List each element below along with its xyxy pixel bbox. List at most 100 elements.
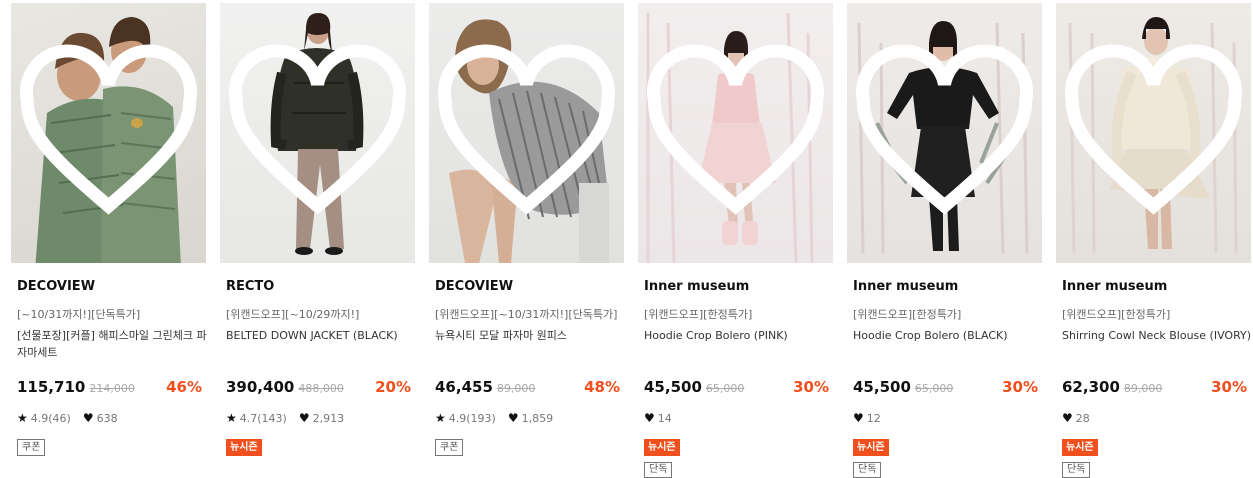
star-icon: ★ — [435, 411, 446, 425]
brand-name[interactable]: Inner museum — [644, 279, 749, 294]
discount-rate: 30% — [1002, 378, 1038, 396]
like-count: 1,859 — [521, 411, 554, 425]
sale-price: 62,300 89,000 — [1062, 378, 1162, 396]
product-name[interactable]: Shirring Cowl Neck Blouse (IVORY) — [1062, 327, 1252, 344]
original-price: 89,000 — [496, 382, 536, 395]
like-count: 14 — [657, 411, 672, 425]
new-season-badge: 뉴시즌 — [644, 439, 680, 456]
exclusive-badge: 단독 — [1062, 462, 1091, 478]
badge-list: 쿠폰 — [435, 435, 464, 456]
sale-price: 390,400 488,000 — [226, 378, 344, 396]
sale-price-value: 45,500 — [644, 378, 702, 396]
original-price: 89,000 — [1123, 382, 1163, 395]
exclusive-badge: 단독 — [644, 462, 673, 478]
original-price: 488,000 — [298, 382, 344, 395]
product-meta: ♥ 28 — [1062, 411, 1090, 425]
heart-outline-icon[interactable] — [847, 3, 1042, 263]
discount-rate: 30% — [1211, 378, 1247, 396]
sale-price-value: 45,500 — [853, 378, 911, 396]
promo-tag: [~10/31까지!][단독특가] — [17, 308, 141, 321]
badge-list: 뉴시즌 단독 — [1062, 435, 1098, 478]
rating: 4.7(143) — [239, 411, 287, 425]
promo-tag: [위캔드오프][한정특가] — [644, 308, 753, 321]
product-card[interactable]: Inner museum [위캔드오프][한정특가] Hoodie Crop B… — [638, 3, 834, 478]
promo-tag: [위캔드오프][~10/29까지!] — [226, 308, 360, 321]
badge-list: 뉴시즌 단독 — [644, 435, 680, 478]
heart-outline-icon[interactable] — [429, 3, 624, 263]
product-name[interactable]: 뉴욕시티 모달 파자마 원피스 — [435, 327, 625, 344]
sale-price: 115,710 214,000 — [17, 378, 135, 396]
brand-name[interactable]: Inner museum — [1062, 279, 1167, 294]
sale-price: 46,455 89,000 — [435, 378, 535, 396]
heart-filled-icon: ♥ — [644, 411, 655, 425]
star-icon: ★ — [17, 411, 28, 425]
new-season-badge: 뉴시즌 — [1062, 439, 1098, 456]
product-name[interactable]: Hoodie Crop Bolero (PINK) — [644, 327, 834, 344]
heart-filled-icon: ♥ — [1062, 411, 1073, 425]
discount-rate: 46% — [166, 378, 202, 396]
heart-filled-icon: ♥ — [853, 411, 864, 425]
heart-filled-icon: ♥ — [507, 411, 519, 425]
brand-name[interactable]: RECTO — [226, 279, 274, 294]
like-count: 638 — [96, 411, 118, 425]
product-image[interactable] — [11, 3, 206, 263]
badge-list: 쿠폰 — [17, 435, 46, 456]
exclusive-badge: 단독 — [853, 462, 882, 478]
product-image[interactable] — [220, 3, 415, 263]
sale-price-value: 390,400 — [226, 378, 295, 396]
product-image[interactable] — [1056, 3, 1251, 263]
discount-rate: 20% — [375, 378, 411, 396]
sale-price-value: 62,300 — [1062, 378, 1120, 396]
original-price: 214,000 — [89, 382, 135, 395]
heart-outline-icon[interactable] — [11, 3, 206, 263]
sale-price-value: 115,710 — [17, 378, 86, 396]
heart-filled-icon: ♥ — [298, 411, 310, 425]
product-name[interactable]: Hoodie Crop Bolero (BLACK) — [853, 327, 1043, 344]
product-card[interactable]: DECOVIEW [위캔드오프][~10/31까지!][단독특가] 뉴욕시티 모… — [429, 3, 624, 473]
promo-tag: [위캔드오프][한정특가] — [1062, 308, 1171, 321]
product-image[interactable] — [638, 3, 833, 263]
brand-name[interactable]: DECOVIEW — [435, 279, 513, 294]
sale-price-value: 46,455 — [435, 378, 493, 396]
product-meta: ★ 4.7(143) ♥ 2,913 — [226, 411, 344, 425]
product-meta: ♥ 14 — [644, 411, 672, 425]
heart-filled-icon: ♥ — [82, 411, 94, 425]
discount-rate: 30% — [793, 378, 829, 396]
product-grid: DECOVIEW [~10/31까지!][단독특가] [선물포장][커플] 해피… — [11, 3, 1252, 478]
product-meta: ★ 4.9(46) ♥ 638 — [17, 411, 118, 425]
coupon-badge: 쿠폰 — [435, 439, 464, 456]
sale-price: 45,500 65,000 — [644, 378, 744, 396]
like-count: 28 — [1075, 411, 1090, 425]
badge-list: 뉴시즌 — [226, 435, 262, 456]
original-price: 65,000 — [914, 382, 954, 395]
brand-name[interactable]: Inner museum — [853, 279, 958, 294]
heart-outline-icon[interactable] — [1056, 3, 1251, 263]
product-card[interactable]: Inner museum [위캔드오프][한정특가] Hoodie Crop B… — [847, 3, 1043, 478]
coupon-badge: 쿠폰 — [17, 439, 46, 456]
original-price: 65,000 — [705, 382, 745, 395]
product-name[interactable]: [선물포장][커플] 해피스마일 그린체크 파자마세트 — [17, 327, 207, 361]
sale-price: 45,500 65,000 — [853, 378, 953, 396]
product-name[interactable]: BELTED DOWN JACKET (BLACK) — [226, 327, 416, 344]
like-count: 12 — [866, 411, 881, 425]
new-season-badge: 뉴시즌 — [853, 439, 889, 456]
discount-rate: 48% — [584, 378, 620, 396]
new-season-badge: 뉴시즌 — [226, 439, 262, 456]
heart-outline-icon[interactable] — [220, 3, 415, 263]
product-card[interactable]: DECOVIEW [~10/31까지!][단독특가] [선물포장][커플] 해피… — [11, 3, 207, 473]
heart-outline-icon[interactable] — [638, 3, 833, 263]
product-meta: ♥ 12 — [853, 411, 881, 425]
promo-tag: [위캔드오프][한정특가] — [853, 308, 962, 321]
badge-list: 뉴시즌 단독 — [853, 435, 889, 478]
rating: 4.9(193) — [448, 411, 496, 425]
product-image[interactable] — [847, 3, 1042, 263]
product-card[interactable]: RECTO [위캔드오프][~10/29까지!] BELTED DOWN JAC… — [220, 3, 415, 473]
product-card[interactable]: Inner museum [위캔드오프][한정특가] Shirring Cowl… — [1056, 3, 1252, 478]
like-count: 2,913 — [312, 411, 345, 425]
promo-tag: [위캔드오프][~10/31까지!][단독특가] — [435, 308, 618, 321]
product-image[interactable] — [429, 3, 624, 263]
rating: 4.9(46) — [30, 411, 71, 425]
star-icon: ★ — [226, 411, 237, 425]
brand-name[interactable]: DECOVIEW — [17, 279, 95, 294]
product-meta: ★ 4.9(193) ♥ 1,859 — [435, 411, 553, 425]
